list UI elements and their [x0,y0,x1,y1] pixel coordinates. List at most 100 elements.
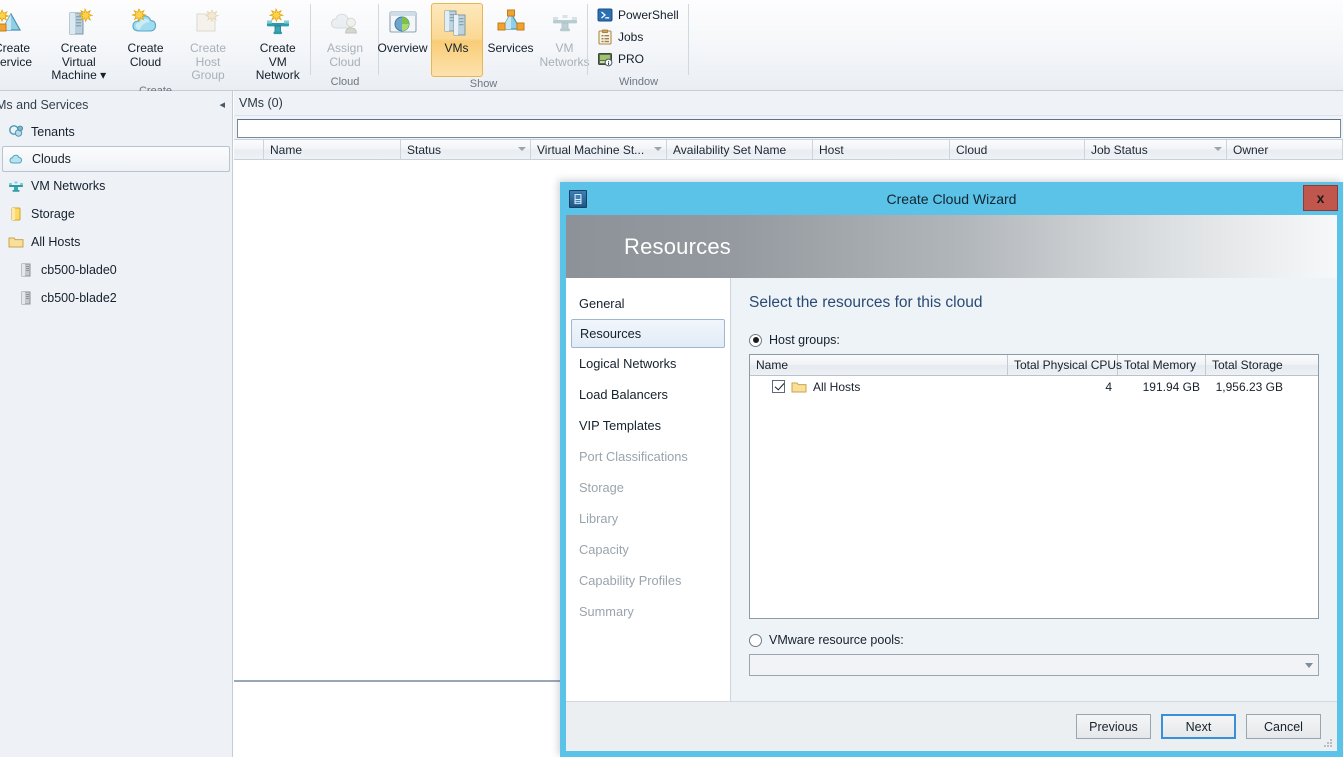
jobs-button[interactable]: Jobs [594,27,682,47]
host-groups-table-header: Name Total Physical CPUs Total Memory To… [750,355,1318,376]
overview-button[interactable]: Overview [377,3,429,57]
grid-column-availability-set-name[interactable]: Availability Set Name [667,140,813,159]
wizard-step-load-balancers[interactable]: Load Balancers [566,379,730,410]
sidebar-item-vm-networks[interactable]: VM Networks [0,172,232,200]
vmware-pools-radio-row[interactable]: VMware resource pools: [749,633,1319,647]
host-group-cpus-cell: 4 [1008,380,1118,394]
host-groups-column-name[interactable]: Name [750,355,1008,375]
vmware-pools-radio[interactable] [749,633,762,647]
wizard-step-label: Port Classifications [579,449,688,464]
resize-grip[interactable] [1323,738,1333,748]
jobs-label: Jobs [618,30,644,44]
grid-column-label: Cloud [956,142,988,157]
wizard-step-label: Logical Networks [579,356,677,371]
create-host-group-label: Create Host Group [189,41,227,82]
chevron-down-icon[interactable] [1299,655,1318,675]
table-row[interactable]: All Hosts 4 191.94 GB 1,956.23 GB [750,376,1318,397]
host-groups-column-total-memory[interactable]: Total Memory [1118,355,1206,375]
vms-label: VMs [444,41,469,55]
grid-column-label: Owner [1233,142,1269,157]
wizard-step-resources[interactable]: Resources [571,319,725,348]
filter-dropdown-icon[interactable] [518,147,526,151]
sidebar-header: Ms and Services ◂ [0,91,232,118]
sidebar-item-clouds[interactable]: Clouds [2,146,230,172]
wizard-page-content: Select the resources for this cloud Host… [731,278,1337,701]
host-groups-radio[interactable] [749,333,762,347]
grid-column-cloud[interactable]: Cloud [950,140,1085,159]
folder-icon [791,379,807,395]
vm-networks-icon [548,6,582,40]
wizard-step-logical-networks[interactable]: Logical Networks [566,348,730,379]
wizard-step-label: Summary [579,604,634,619]
grid-column-job-status[interactable]: Job Status [1085,140,1227,159]
grid-column-virtual-machine-state[interactable]: Virtual Machine St... [531,140,667,159]
sidebar-item-label: All Hosts [31,235,81,249]
dialog-body: General Resources Logical Networks Load … [566,278,1337,701]
create-vm-network-label: Create VM Network [255,41,300,82]
wizard-step-label: Capacity [579,542,629,557]
create-vm-network-button[interactable]: Create VM Network [244,3,311,84]
jobs-icon [597,29,613,45]
grid-column-select[interactable] [234,140,264,159]
wizard-step-label: VIP Templates [579,418,662,433]
assign-cloud-icon [328,6,362,40]
filter-dropdown-icon[interactable] [1214,147,1222,151]
dialog-footer: Previous Next Cancel [566,701,1337,751]
sidebar-item-label: Tenants [31,125,75,139]
sidebar-title: Ms and Services [0,97,89,112]
create-cloud-button[interactable]: Create Cloud [120,3,172,70]
host-groups-column-total-physical-cpus[interactable]: Total Physical CPUs [1008,355,1122,375]
clouds-icon [9,151,25,167]
grid-column-name[interactable]: Name [264,140,401,159]
grid-column-label: Job Status [1091,142,1148,157]
assign-cloud-label: Assign Cloud [326,41,364,69]
cancel-button[interactable]: Cancel [1246,714,1321,739]
sidebar-item-cb500-blade2[interactable]: cb500-blade2 [0,284,232,312]
create-service-button[interactable]: Create Service [0,3,38,70]
sidebar-item-tenants[interactable]: Tenants [0,118,232,146]
create-cloud-icon [129,6,163,40]
wizard-step-label: General [579,296,625,311]
create-virtual-machine-button[interactable]: Create Virtual Machine ▾ [38,3,120,84]
sidebar-item-label: Storage [31,207,75,221]
wizard-step-nav: General Resources Logical Networks Load … [566,278,731,701]
grid-column-label: Host [819,142,844,157]
grid-column-status[interactable]: Status [401,140,531,159]
vmware-pools-combobox[interactable] [749,654,1319,676]
sidebar-item-all-hosts[interactable]: All Hosts [0,228,232,256]
vmware-pools-radio-label: VMware resource pools: [769,633,904,647]
grid-column-host[interactable]: Host [813,140,950,159]
search-input[interactable] [237,119,1341,138]
wizard-step-general[interactable]: General [566,288,730,319]
dialog-title-bar[interactable]: Create Cloud Wizard [560,182,1343,215]
sidebar-item-cb500-blade0[interactable]: cb500-blade0 [0,256,232,284]
filter-dropdown-icon[interactable] [654,147,662,151]
collapse-sidebar-icon[interactable]: ◂ [219,98,225,111]
host-groups-radio-row[interactable]: Host groups: [749,333,1319,347]
vms-button[interactable]: VMs [430,3,483,77]
pro-button[interactable]: PRO [594,49,682,69]
previous-button[interactable]: Previous [1076,714,1151,739]
overview-label: Overview [377,41,428,55]
create-host-group-icon [191,6,225,40]
ribbon-group-window-label: Window [618,76,659,88]
host-group-checkbox[interactable] [772,380,785,393]
next-button[interactable]: Next [1161,714,1236,739]
vms-icon [440,6,474,40]
host-groups-column-total-storage[interactable]: Total Storage [1206,355,1289,375]
sidebar-item-storage[interactable]: Storage [0,200,232,228]
sidebar-item-label: cb500-blade0 [41,263,117,277]
wizard-step-label: Storage [579,480,624,495]
wizard-step-vip-templates[interactable]: VIP Templates [566,410,730,441]
dialog-title-text: Create Cloud Wizard [886,190,1017,207]
create-cloud-wizard-dialog: Create Cloud Wizard x Resources General … [560,182,1343,757]
services-button[interactable]: Services [485,3,537,57]
dialog-banner: Resources [566,215,1337,278]
dialog-inner: Resources General Resources Logical Netw… [566,215,1337,751]
wizard-step-summary: Summary [566,596,730,627]
powershell-button[interactable]: PowerShell [594,5,682,25]
navigation-sidebar: Ms and Services ◂ Tenants Clouds VM Netw… [0,91,233,757]
services-label: Services [487,41,534,55]
grid-column-owner[interactable]: Owner [1227,140,1343,159]
close-button[interactable]: x [1303,185,1338,211]
